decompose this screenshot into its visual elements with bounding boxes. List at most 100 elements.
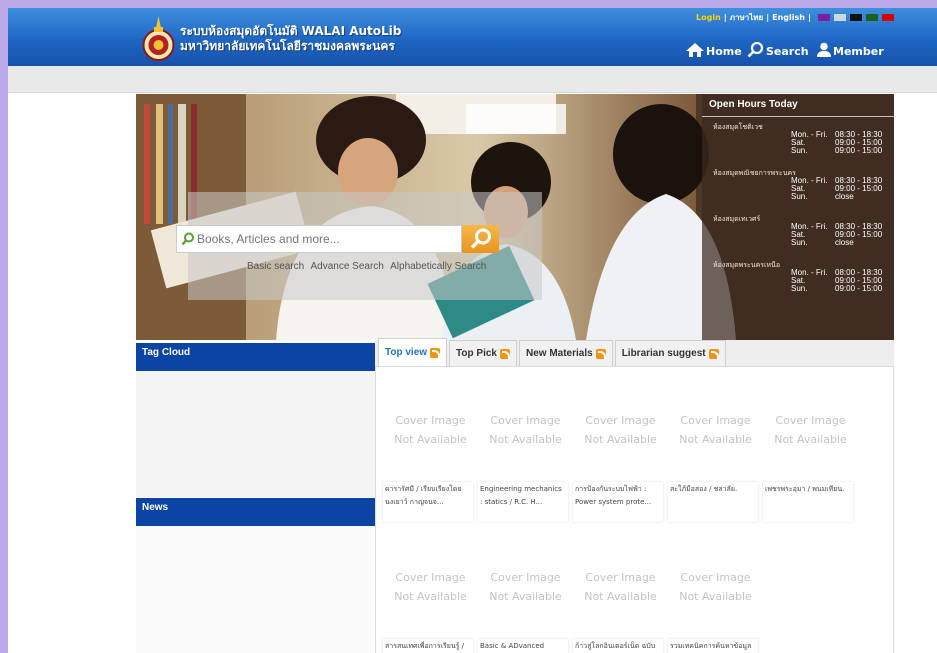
advance-search-link[interactable]: Advance Search [310,261,383,272]
book-row: Cover Image Not Available สารสนเทศเพื่อกา… [383,568,763,653]
library-hours: ห้องสมุดพระนครเหนือ Mon. - Fri. 08:00 - 1… [702,260,894,306]
rss-icon[interactable] [595,348,606,359]
separator: | [766,13,770,22]
tag-cloud-heading: Tag Cloud [136,343,375,371]
open-hours-panel: Open Hours Today ห้องสมุดโชติเวช Mon. - … [702,94,894,340]
book-title[interactable]: ก้าวสู่โลกอินเตอร์เน็ต ฉบับ [573,639,663,653]
site-title[interactable]: ระบบห้องสมุดอัตโนมัติ WALAI AutoLib มหาว… [180,24,401,54]
cover-text: Not Available [679,433,752,446]
cover-placeholder[interactable]: Cover Image Not Available [668,411,763,459]
theme-swatch-green[interactable] [865,14,878,21]
hero-banner: Basic search Advance Search Alphabetical… [136,94,894,340]
site-header: ระบบห้องสมุดอัตโนมัติ WALAI AutoLib มหาว… [8,8,937,66]
search-icon [181,232,194,246]
search-options: Basic search Advance Search Alphabetical… [247,261,490,272]
book-card[interactable]: Cover Image Not Available ก้าวสู่โลกอินเต… [573,568,668,653]
cover-placeholder[interactable]: Cover Image Not Available [763,411,858,459]
theme-swatch-gray[interactable] [833,14,846,21]
book-title[interactable]: เพชรพระอุมา / พนมเทียน. [763,482,853,522]
book-card[interactable]: Cover Image Not Available รวมเทคนิคการค้น… [668,568,763,653]
tab-top-view[interactable]: Top view [378,338,448,366]
time-label: 09:00 - 15:00 [835,284,883,293]
book-card[interactable]: Cover Image Not Available ดารารัศมี / เรี… [383,411,478,522]
basic-search-link[interactable]: Basic search [247,261,304,272]
cover-placeholder[interactable]: Cover Image Not Available [383,568,478,616]
book-title[interactable]: สารสนเทศเพื่อการเรียนรู้ / [383,639,473,653]
cover-text: Cover Image [395,571,466,584]
book-title[interactable]: สะใภ้มือสอง / ชลาลัย. [668,482,758,522]
book-title[interactable]: Engineering mechanics : statics / R.C. H… [478,482,568,522]
library-hours: ห้องสมุดเทเวศร์ Mon. - Fri. 08:30 - 18:30… [702,214,894,260]
search-input[interactable] [195,232,455,246]
news-panel [136,526,375,653]
book-title[interactable]: รวมเทคนิคการค้นหาข้อมูล [668,639,758,653]
nav-search[interactable]: Search [747,42,809,58]
cover-text: Cover Image [680,414,751,427]
time-label: close [835,192,854,201]
cover-text: Not Available [584,433,657,446]
book-card[interactable]: Cover Image Not Available การป้องกันระบบไ… [573,411,668,522]
cover-placeholder[interactable]: Cover Image Not Available [573,568,668,616]
rss-icon[interactable] [430,347,441,358]
book-card[interactable]: Cover Image Not Available สะใภ้มือสอง / ช… [668,411,763,522]
cover-placeholder[interactable]: Cover Image Not Available [478,411,573,459]
library-name: ห้องสมุดพระนครเหนือ [713,262,781,269]
tab-new-materials[interactable]: New Materials [518,340,613,366]
tab-librarian-suggest[interactable]: Librarian suggest [614,340,726,366]
login-link[interactable]: Login [696,13,721,22]
theme-swatch-purple[interactable] [817,14,830,21]
search-field[interactable] [176,225,462,253]
book-title[interactable]: Basic & ADvanced [478,639,568,653]
book-card[interactable]: Cover Image Not Available Engineering mec… [478,411,573,522]
home-icon [686,43,704,57]
page: ระบบห้องสมุดอัตโนมัติ WALAI AutoLib มหาว… [8,8,937,653]
search-button[interactable] [462,225,499,253]
tag-cloud-panel [136,371,375,497]
library-hours: ห้องสมุดพณิชยการพระนคร Mon. - Fri. 08:30 … [702,168,894,214]
day-label: Sun. [791,146,808,155]
theme-swatch-red[interactable] [881,14,894,21]
cover-text: Cover Image [585,414,656,427]
cover-placeholder[interactable]: Cover Image Not Available [478,568,573,616]
rss-icon[interactable] [499,348,510,359]
tab-panel-top-view: Cover Image Not Available ดารารัศมี / เรี… [375,366,894,653]
cover-text: Not Available [584,590,657,603]
book-card[interactable]: Cover Image Not Available เพชรพระอุมา / พ… [763,411,858,522]
cover-text: Not Available [394,590,467,603]
book-title[interactable]: ดารารัศมี / เรียบเรียงโดย นงเยาว์ กาญจนจ… [383,482,473,522]
theme-swatch-black[interactable] [849,14,862,21]
nav-home-label: Home [706,45,742,58]
university-logo[interactable] [142,14,175,62]
rss-icon[interactable] [708,348,719,359]
cover-text: Cover Image [680,571,751,584]
tab-new-materials-label: New Materials [525,348,593,359]
book-row: Cover Image Not Available ดารารัศมี / เรี… [383,411,858,522]
book-title[interactable]: การป้องกันระบบไฟฟ้า : Power system prote… [573,482,663,522]
tab-top-pick-label: Top Pick [456,348,497,359]
alphabetical-search-link[interactable]: Alphabetically Search [390,261,486,272]
cover-placeholder[interactable]: Cover Image Not Available [573,411,668,459]
day-label: Sun. [791,192,808,201]
book-card[interactable]: Cover Image Not Available สารสนเทศเพื่อกา… [383,568,478,653]
nav-member-label: Member [833,45,884,58]
cover-text: Not Available [774,433,847,446]
nav-member[interactable]: Member [816,42,884,58]
site-title-line2: มหาวิทยาลัยเทคโนโลยีราชมงคลพระนคร [180,39,395,53]
tab-top-pick[interactable]: Top Pick [449,340,517,366]
news-heading: News [136,498,375,526]
book-card[interactable]: Cover Image Not Available Basic & ADvance… [478,568,573,653]
separator: | [723,13,727,22]
cover-text: Cover Image [585,571,656,584]
cover-text: Cover Image [395,414,466,427]
library-hours: ห้องสมุดโชติเวช Mon. - Fri. 08:30 - 18:30… [702,122,894,168]
separator: | [807,13,811,22]
library-name: ห้องสมุดพณิชยการพระนคร [713,170,796,177]
cover-text: Cover Image [490,414,561,427]
nav-home[interactable]: Home [685,42,742,58]
search-icon [747,42,764,58]
cover-placeholder[interactable]: Cover Image Not Available [668,568,763,616]
lang-english-link[interactable]: English [772,13,805,22]
lang-thai-link[interactable]: ภาษาไทย [730,11,764,24]
tab-top-view-label: Top view [385,347,428,358]
cover-placeholder[interactable]: Cover Image Not Available [383,411,478,459]
